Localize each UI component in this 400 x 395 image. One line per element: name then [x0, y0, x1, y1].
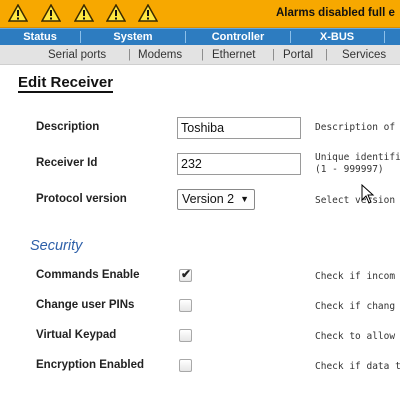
- virtual-keypad-help: Check to allow: [315, 331, 396, 342]
- warning-icon: [106, 4, 126, 22]
- encryption-enabled-label: Encryption Enabled: [36, 359, 144, 371]
- sub-nav: Serial ports | Modems | Ethernet | Porta…: [0, 45, 400, 65]
- subnav-services[interactable]: Services: [342, 45, 386, 65]
- alarm-bar: Alarms disabled full e: [0, 0, 400, 28]
- protocol-version-select[interactable]: Version 2 ▼: [177, 189, 255, 210]
- subnav-separator: |: [272, 49, 275, 61]
- encryption-enabled-help: Check if data t: [315, 361, 400, 372]
- change-user-pins-label: Change user PINs: [36, 299, 135, 311]
- subnav-ethernet[interactable]: Ethernet: [212, 45, 255, 65]
- description-label: Description: [36, 121, 100, 133]
- warning-icon: [41, 4, 61, 22]
- description-help: Description of: [315, 122, 396, 133]
- subnav-separator: |: [325, 49, 328, 61]
- protocol-version-label: Protocol version: [36, 193, 127, 205]
- virtual-keypad-checkbox[interactable]: [179, 329, 192, 342]
- nav-tab-xbus[interactable]: X-BUS: [291, 29, 383, 45]
- commands-enable-help: Check if incom: [315, 271, 396, 282]
- nav-tab-controller[interactable]: Controller: [186, 29, 290, 45]
- subnav-separator: |: [128, 49, 131, 61]
- nav-divider: [384, 31, 385, 43]
- subnav-modems[interactable]: Modems: [138, 45, 182, 65]
- encryption-enabled-checkbox[interactable]: [179, 359, 192, 372]
- warning-icon: [74, 4, 94, 22]
- protocol-version-help: Select version: [315, 195, 396, 206]
- checkmark-icon: ✔: [181, 267, 192, 281]
- protocol-version-value: Version 2: [182, 192, 235, 206]
- commands-enable-label: Commands Enable: [36, 269, 140, 281]
- receiver-id-label: Receiver Id: [36, 157, 98, 169]
- commands-enable-checkbox[interactable]: ✔: [179, 267, 192, 282]
- subnav-serial-ports[interactable]: Serial ports: [48, 45, 106, 65]
- change-user-pins-checkbox[interactable]: [179, 299, 192, 312]
- mouse-cursor-icon: [361, 184, 375, 204]
- dropdown-arrow-icon: ▼: [240, 194, 249, 204]
- receiver-id-range: (1 - 999997): [315, 164, 384, 175]
- receiver-id-help: Unique identifi: [315, 152, 400, 163]
- receiver-id-input[interactable]: [177, 153, 301, 175]
- security-heading: Security: [30, 238, 83, 254]
- warning-icon: [8, 4, 28, 22]
- change-user-pins-help: Check if chang: [315, 301, 396, 312]
- subnav-separator: |: [201, 49, 204, 61]
- nav-tab-status[interactable]: Status: [0, 29, 80, 45]
- subnav-portal[interactable]: Portal: [283, 45, 313, 65]
- virtual-keypad-label: Virtual Keypad: [36, 329, 117, 341]
- main-nav: Status System Controller X-BUS: [0, 28, 400, 45]
- description-input[interactable]: [177, 117, 301, 139]
- nav-tab-system[interactable]: System: [81, 29, 185, 45]
- alarm-message[interactable]: Alarms disabled full e: [276, 7, 395, 19]
- page-title: Edit Receiver: [18, 74, 114, 93]
- warning-icon: [138, 4, 158, 22]
